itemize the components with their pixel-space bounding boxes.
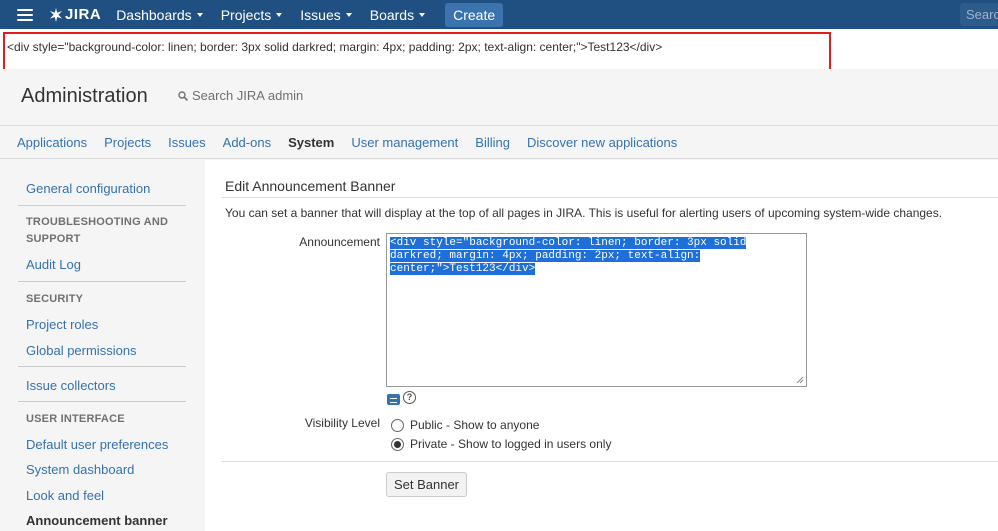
sidebar: General configuration TROUBLESHOOTING AN… — [0, 160, 205, 531]
chevron-down-icon — [276, 12, 283, 17]
sidebar-heading-security: SECURITY — [26, 293, 84, 305]
radio-private[interactable] — [391, 437, 404, 451]
search-icon — [178, 90, 188, 101]
sidebar-item-general-configuration[interactable]: General configuration — [26, 181, 150, 196]
section-divider — [221, 197, 998, 198]
logo-text: JIRA — [65, 6, 102, 23]
sidebar-item-look-and-feel[interactable]: Look and feel — [26, 488, 104, 503]
radio-public-label: Public - Show to anyone — [410, 418, 540, 432]
jira-logo-icon — [50, 7, 62, 22]
radio-public[interactable] — [391, 418, 404, 432]
tab-discover-new-applications[interactable]: Discover new applications — [527, 135, 677, 150]
main-panel: Edit Announcement Banner You can set a b… — [205, 160, 998, 531]
tab-user-management[interactable]: User management — [351, 135, 458, 150]
admin-search-input[interactable]: Search JIRA admin — [192, 88, 303, 103]
tab-add-ons[interactable]: Add-ons — [223, 135, 271, 150]
sidebar-item-project-roles[interactable]: Project roles — [26, 317, 98, 332]
sidebar-item-audit-log[interactable]: Audit Log — [26, 257, 81, 272]
announcement-label: Announcement — [299, 235, 380, 249]
sidebar-divider — [18, 401, 186, 402]
sidebar-heading-troubleshooting: TROUBLESHOOTING AND SUPPORT — [26, 216, 169, 245]
chevron-down-icon — [345, 12, 352, 17]
jira-logo[interactable]: JIRA — [49, 6, 101, 23]
create-button[interactable]: Create — [445, 2, 504, 27]
form-divider — [221, 461, 998, 462]
nav-dashboards-label: Dashboards — [116, 6, 192, 23]
sidebar-heading-user-interface: USER INTERFACE — [26, 413, 125, 425]
nav-issues[interactable]: Issues — [300, 6, 352, 23]
sidebar-item-global-permissions[interactable]: Global permissions — [26, 343, 137, 358]
tab-billing[interactable]: Billing — [475, 135, 510, 150]
announcement-textarea-value: <div style="background-color: linen; bor… — [390, 237, 747, 275]
sidebar-item-default-user-preferences[interactable]: Default user preferences — [26, 437, 168, 452]
tab-applications[interactable]: Applications — [17, 135, 87, 150]
admin-header: Administration Search JIRA admin — [0, 69, 998, 125]
sidebar-item-issue-collectors[interactable]: Issue collectors — [26, 378, 116, 393]
set-banner-button[interactable]: Set Banner — [386, 472, 467, 497]
sidebar-item-system-dashboard[interactable]: System dashboard — [26, 462, 134, 477]
visibility-public-option[interactable]: Public - Show to anyone — [391, 418, 539, 432]
page-title: Administration — [21, 85, 148, 107]
tab-issues[interactable]: Issues — [168, 135, 206, 150]
sidebar-item-announcement-banner[interactable]: Announcement banner — [26, 513, 168, 528]
admin-search[interactable]: Search JIRA admin — [178, 88, 303, 103]
help-icon[interactable]: ? — [403, 391, 416, 404]
chevron-down-icon — [196, 12, 203, 17]
nav-boards-label: Boards — [369, 6, 415, 23]
nav-issues-label: Issues — [300, 6, 341, 23]
nav-projects-label: Projects — [220, 6, 272, 23]
nav-projects[interactable]: Projects — [221, 7, 283, 23]
visibility-private-option[interactable]: Private - Show to logged in users only — [391, 437, 611, 451]
top-navigation-bar: JIRA Dashboards Projects Issues Boards C… — [0, 0, 998, 29]
section-description: You can set a banner that will display a… — [225, 206, 943, 220]
app-switcher-menu-icon[interactable] — [17, 8, 33, 21]
sidebar-divider — [18, 366, 186, 367]
tab-projects[interactable]: Projects — [104, 135, 151, 150]
main-nav: Dashboards Projects Issues Boards Create — [116, 2, 504, 27]
quick-search-input[interactable]: Search — [960, 3, 998, 26]
resize-grip-icon[interactable] — [796, 376, 804, 384]
nav-boards[interactable]: Boards — [369, 6, 426, 23]
chevron-down-icon — [419, 12, 426, 17]
sidebar-divider — [18, 205, 186, 206]
section-title: Edit Announcement Banner — [225, 178, 396, 194]
sidebar-divider — [18, 281, 186, 282]
announcement-textarea[interactable]: <div style="background-color: linen; bor… — [386, 233, 807, 387]
tab-system[interactable]: System — [288, 135, 334, 150]
visibility-level-label: Visibility Level — [304, 416, 380, 430]
admin-tabs: Applications Projects Issues Add-ons Sys… — [0, 125, 998, 159]
nav-dashboards[interactable]: Dashboards — [116, 7, 203, 23]
wiki-renderer-icon[interactable] — [387, 394, 400, 405]
radio-private-label: Private - Show to logged in users only — [410, 437, 612, 451]
